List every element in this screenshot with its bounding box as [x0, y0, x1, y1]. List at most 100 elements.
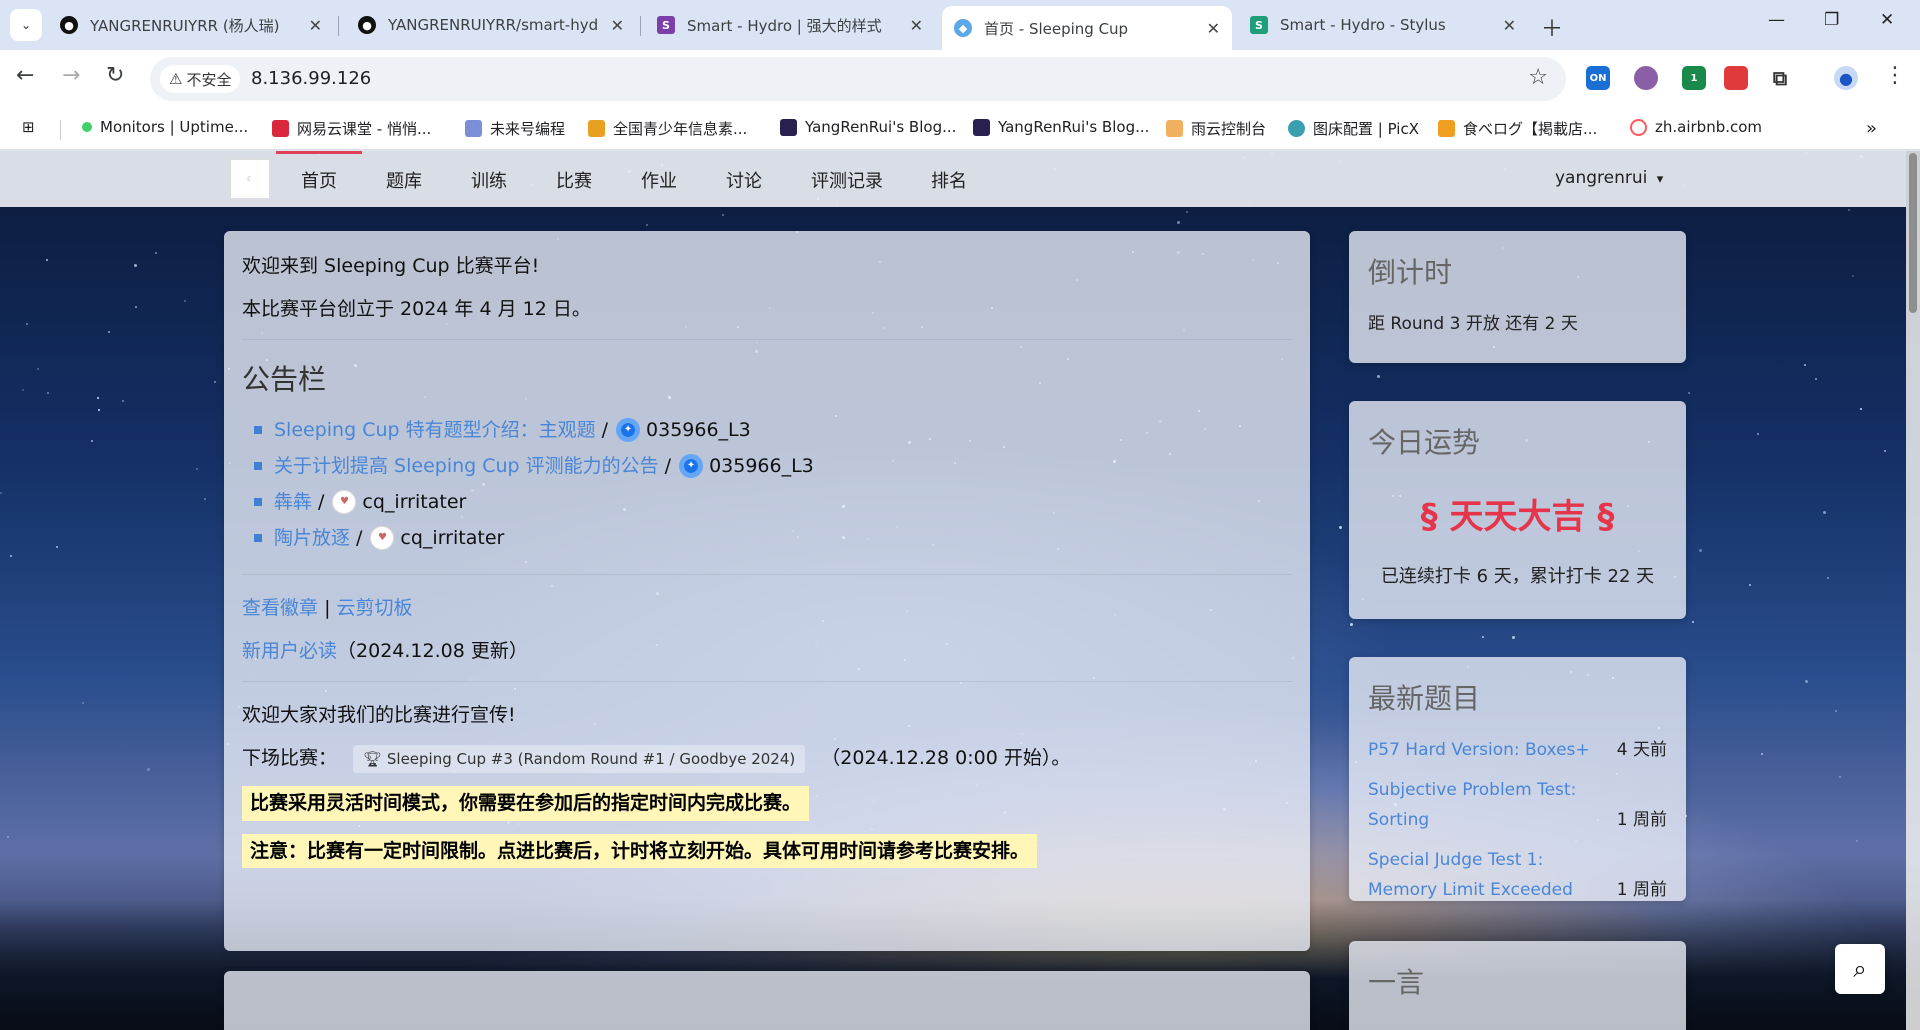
notice-time-limit: 注意：比赛有一定时间限制。点进比赛后，计时将立刻开始。具体可用时间请参考比赛安排… — [242, 833, 1038, 869]
list-item: Subjective Problem Test: Sorting 1 周前 — [1368, 775, 1667, 835]
url-text[interactable]: 8.136.99.126 — [251, 68, 371, 89]
star-dot — [1805, 680, 1809, 684]
tab-stylus-style[interactable]: S Smart - Hydro | 强大的样式 ✕ — [645, 6, 935, 44]
star-dot — [9, 555, 12, 558]
nav-home[interactable]: 首页 — [276, 151, 362, 193]
star-dot — [1482, 636, 1485, 639]
bookmark-rainyun[interactable]: 雨云控制台 — [1166, 118, 1266, 139]
user-menu[interactable]: yangrenrui ▾ — [1555, 168, 1663, 188]
scrollbar-thumb[interactable] — [1909, 153, 1917, 313]
apps-grid-icon[interactable]: ⊞ — [22, 118, 35, 136]
announcement-link[interactable]: 关于计划提高 Sleeping Cup 评测能力的公告 — [274, 448, 659, 484]
clipboard-link[interactable]: 云剪切板 — [337, 597, 413, 619]
nav-homework[interactable]: 作业 — [641, 167, 677, 193]
restore-icon[interactable]: ❐ — [1824, 10, 1839, 30]
bookmarks-overflow-icon[interactable]: » — [1866, 118, 1877, 139]
tab-github-profile[interactable]: ● YANGRENRUIYRR (杨人瑞) ✕ — [48, 6, 334, 44]
bookmark-tabelog[interactable]: 食べログ【掲載店... — [1438, 118, 1597, 139]
next-contest-link[interactable]: 🏆︎ Sleeping Cup #3 (Random Round #1 / Go… — [353, 744, 806, 773]
author-name[interactable]: 035966_L3 — [709, 448, 814, 484]
bookmark-airbnb[interactable]: zh.airbnb.com — [1630, 118, 1762, 136]
badges-link[interactable]: 查看徽章 — [242, 597, 318, 619]
nav-problems[interactable]: 题库 — [386, 167, 422, 193]
problem-link[interactable]: Special Judge Test 1: Memory Limit Excee… — [1368, 845, 1617, 905]
security-chip[interactable]: ⚠ 不安全 — [160, 65, 241, 93]
star-dot — [1851, 275, 1854, 278]
problem-link[interactable]: P57 Hard Version: Boxes+ — [1368, 735, 1617, 765]
star-dot — [55, 545, 58, 548]
list-item: 犇犇 / ♥ cq_irritater — [254, 484, 1292, 520]
star-dot — [0, 492, 3, 495]
list-item: 关于计划提高 Sleeping Cup 评测能力的公告 / ✦ 035966_L… — [254, 448, 1292, 484]
bookmark-uptime[interactable]: Monitors | Uptime... — [82, 118, 248, 136]
extension-on-icon[interactable]: ON — [1586, 66, 1610, 90]
bookmark-163-study[interactable]: 网易云课堂 - 悄悄... — [272, 118, 431, 139]
countdown-card: 倒计时 距 Round 3 开放 还有 2 天 — [1349, 231, 1686, 363]
nav-records[interactable]: 评测记录 — [811, 167, 883, 193]
author-name[interactable]: cq_irritater — [400, 520, 504, 556]
home-content-card: 欢迎来到 Sleeping Cup 比赛平台! 本比赛平台创立于 2024 年 … — [224, 231, 1310, 951]
close-icon[interactable]: ✕ — [1503, 16, 1516, 35]
tab-github-repo[interactable]: ● YANGRENRUIYRR/smart-hyd ✕ — [346, 6, 636, 44]
extension-red-icon[interactable] — [1724, 66, 1748, 90]
star-dot — [214, 380, 217, 383]
nav-training[interactable]: 训练 — [471, 167, 507, 193]
announcement-link[interactable]: 犇犇 — [274, 484, 312, 520]
back-icon[interactable]: ← — [16, 63, 34, 88]
announcement-link[interactable]: 陶片放逐 — [274, 520, 350, 556]
star-dot — [1839, 776, 1842, 779]
bookmark-blog-2[interactable]: YangRenRui's Blog... — [973, 118, 1149, 136]
close-icon[interactable]: ✕ — [309, 16, 322, 35]
menu-kebab-icon[interactable]: ⋮ — [1884, 63, 1906, 88]
tab-sleeping-cup[interactable]: ◆ 首页 - Sleeping Cup ✕ — [942, 6, 1232, 50]
close-icon[interactable]: ✕ — [611, 16, 624, 35]
star-dot — [1698, 548, 1702, 552]
chevron-down-icon: ⌄ — [20, 18, 32, 32]
minimize-icon[interactable]: — — [1768, 10, 1785, 30]
problem-link[interactable]: Subjective Problem Test: Sorting — [1368, 775, 1617, 835]
address-bar[interactable]: ⚠ 不安全 8.136.99.126 ☆ — [150, 57, 1566, 101]
user-avatar: ✦ — [679, 453, 704, 478]
site-logo[interactable]: ☾ — [230, 159, 270, 199]
fortune-title: 今日运势 — [1368, 426, 1481, 459]
author-name[interactable]: cq_irritater — [362, 484, 466, 520]
close-window-icon[interactable]: ✕ — [1880, 10, 1894, 30]
star-dot — [645, 224, 648, 227]
star-dot — [1377, 374, 1381, 378]
announcement-link[interactable]: Sleeping Cup 特有题型介绍：主观题 — [274, 412, 596, 448]
bookmark-weilaihao[interactable]: 未来号编程 — [465, 118, 565, 139]
extension-purple-icon[interactable] — [1634, 66, 1658, 90]
tab-stylus-editor[interactable]: S Smart - Hydro - Stylus ✕ — [1238, 6, 1528, 44]
nav-ranking[interactable]: 排名 — [931, 167, 967, 193]
checkin-streak: 已连续打卡 6 天，累计打卡 22 天 — [1380, 566, 1655, 587]
star-dot — [1687, 392, 1690, 395]
star-dot — [203, 498, 206, 501]
close-icon[interactable]: ✕ — [910, 16, 923, 35]
star-dot — [1803, 363, 1806, 366]
nav-discussion[interactable]: 讨论 — [726, 167, 762, 193]
bookmark-blog-1[interactable]: YangRenRui's Blog... — [780, 118, 956, 136]
close-icon[interactable]: ✕ — [1207, 19, 1220, 38]
reload-icon[interactable]: ↻ — [106, 63, 124, 88]
new-tab-button[interactable]: ＋ — [1541, 11, 1563, 43]
profile-avatar-icon[interactable]: ● — [1834, 66, 1858, 90]
author-name[interactable]: 035966_L3 — [646, 412, 751, 448]
tab-search-button[interactable]: ⌄ — [10, 9, 42, 41]
forward-icon[interactable]: → — [62, 63, 80, 88]
nav-contests[interactable]: 比赛 — [556, 167, 592, 193]
star-dot — [82, 702, 85, 705]
star-dot — [1512, 635, 1516, 639]
new-user-guide-link[interactable]: 新用户必读 — [242, 640, 337, 662]
bookmark-star-icon[interactable]: ☆ — [1528, 65, 1548, 90]
bookmark-picx[interactable]: 图床配置 | PicX — [1288, 118, 1419, 139]
extension-green-icon[interactable]: 1 — [1682, 66, 1706, 90]
star-dot — [1835, 710, 1838, 713]
bookmark-noi[interactable]: 全国青少年信息素... — [588, 118, 747, 139]
puzzle-icon[interactable]: ⧉ — [1768, 66, 1792, 90]
blog-icon — [973, 118, 990, 136]
star-dot — [133, 264, 137, 268]
search-button[interactable]: ⌕ — [1835, 944, 1885, 994]
star-dot — [36, 367, 39, 370]
page-scrollbar[interactable] — [1906, 151, 1920, 1030]
promo-text: 欢迎大家对我们的比赛进行宣传! — [242, 703, 516, 726]
